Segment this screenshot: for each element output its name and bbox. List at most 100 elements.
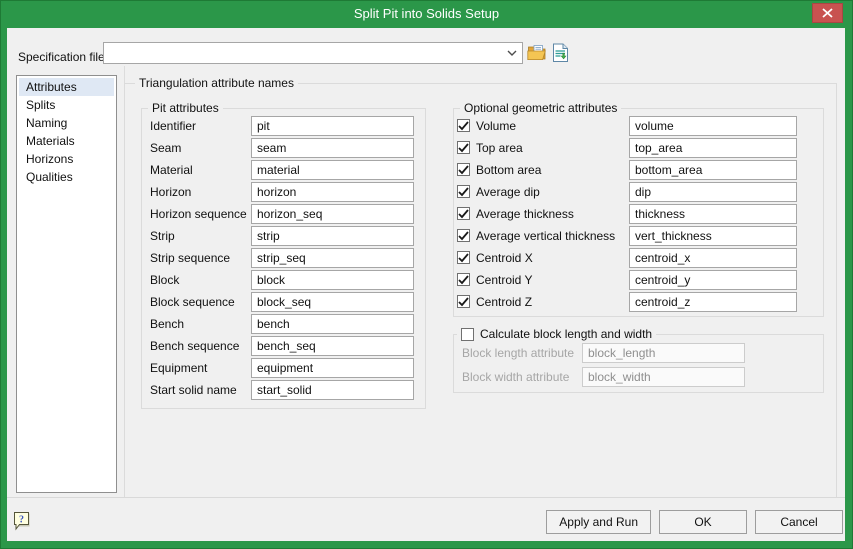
field-label: Strip: [150, 226, 175, 246]
pit-attributes-group: Pit attributes Identifier pit Seam seam …: [141, 108, 426, 409]
sidebar-page-item[interactable]: Horizons: [19, 150, 114, 168]
field-input[interactable]: block_seq: [251, 292, 414, 312]
sidebar-page-item[interactable]: Attributes: [19, 78, 114, 96]
checkmark-icon: [458, 275, 469, 285]
field-input-disabled: block_length: [582, 343, 745, 363]
chevron-down-icon[interactable]: [507, 50, 517, 56]
sidebar-page-label: Materials: [26, 134, 75, 148]
dialog-button[interactable]: Cancel: [755, 510, 843, 534]
open-folder-icon[interactable]: [527, 43, 547, 63]
field-input[interactable]: pit: [251, 116, 414, 136]
field-label: Horizon: [150, 182, 191, 202]
pit-attributes-title: Pit attributes: [148, 101, 223, 116]
pit-attribute-row: Identifier pit: [142, 116, 425, 138]
field-input[interactable]: bench: [251, 314, 414, 334]
field-input[interactable]: dip: [629, 182, 797, 202]
geometric-attribute-row: Average dip dip: [454, 182, 823, 204]
dialog-window: Split Pit into Solids Setup Specificatio…: [0, 0, 853, 549]
calc-block-group: Calculate block length and width Block l…: [453, 334, 824, 393]
attribute-checkbox[interactable]: [457, 185, 470, 198]
field-label: Top area: [476, 138, 523, 158]
field-input[interactable]: centroid_y: [629, 270, 797, 290]
calc-block-checkbox[interactable]: [461, 328, 474, 341]
attribute-checkbox[interactable]: [457, 207, 470, 220]
checkmark-icon: [458, 209, 469, 219]
triangulation-group: Triangulation attribute names Pit attrib…: [124, 83, 837, 497]
field-input[interactable]: centroid_z: [629, 292, 797, 312]
dialog-button[interactable]: OK: [659, 510, 747, 534]
field-input[interactable]: horizon: [251, 182, 414, 202]
dialog-button[interactable]: Apply and Run: [546, 510, 651, 534]
field-label: Average thickness: [476, 204, 574, 224]
field-input[interactable]: horizon_seq: [251, 204, 414, 224]
dialog-button-label: Cancel: [780, 515, 817, 529]
field-input[interactable]: bench_seq: [251, 336, 414, 356]
attribute-checkbox[interactable]: [457, 251, 470, 264]
pit-attribute-row: Bench bench: [142, 314, 425, 336]
field-label: Seam: [150, 138, 181, 158]
field-input[interactable]: block: [251, 270, 414, 290]
window-title: Split Pit into Solids Setup: [354, 6, 499, 21]
geometric-attribute-row: Centroid Z centroid_z: [454, 292, 823, 314]
help-bubble-icon[interactable]: ?: [13, 511, 33, 534]
sidebar-page-label: Qualities: [26, 170, 73, 184]
field-input[interactable]: centroid_x: [629, 248, 797, 268]
attribute-checkbox[interactable]: [457, 229, 470, 242]
field-label: Equipment: [150, 358, 207, 378]
page-listbox: Attributes Splits Naming Materials Horiz…: [16, 75, 117, 493]
field-input[interactable]: material: [251, 160, 414, 180]
field-input[interactable]: strip_seq: [251, 248, 414, 268]
dialog-body: Specification file Attribu: [7, 28, 845, 541]
calc-block-title: Calculate block length and width: [480, 327, 652, 342]
field-input[interactable]: vert_thickness: [629, 226, 797, 246]
sidebar-page-item[interactable]: Splits: [19, 96, 114, 114]
geometric-attribute-row: Centroid X centroid_x: [454, 248, 823, 270]
pit-attribute-row: Seam seam: [142, 138, 425, 160]
dialog-button-label: OK: [694, 515, 711, 529]
pit-attribute-row: Material material: [142, 160, 425, 182]
field-input[interactable]: top_area: [629, 138, 797, 158]
spec-document-icon[interactable]: [551, 43, 571, 63]
pit-attribute-row: Strip strip: [142, 226, 425, 248]
field-label: Horizon sequence: [150, 204, 247, 224]
geometric-attribute-row: Top area top_area: [454, 138, 823, 160]
checkmark-icon: [458, 231, 469, 241]
field-label: Volume: [476, 116, 516, 136]
checkmark-icon: [458, 165, 469, 175]
triangulation-group-title: Triangulation attribute names: [135, 76, 298, 91]
field-label: Bench sequence: [150, 336, 239, 356]
attribute-checkbox[interactable]: [457, 295, 470, 308]
field-input[interactable]: seam: [251, 138, 414, 158]
field-input[interactable]: thickness: [629, 204, 797, 224]
field-input[interactable]: start_solid: [251, 380, 414, 400]
field-label: Identifier: [150, 116, 196, 136]
field-label: Centroid X: [476, 248, 533, 268]
checkmark-icon: [458, 253, 469, 263]
calc-block-legend: Calculate block length and width: [457, 327, 656, 342]
specification-file-combobox[interactable]: [103, 42, 523, 64]
pit-attribute-row: Start solid name start_solid: [142, 380, 425, 402]
field-input[interactable]: strip: [251, 226, 414, 246]
attribute-checkbox[interactable]: [457, 163, 470, 176]
close-button[interactable]: [812, 3, 843, 23]
sidebar-page-item[interactable]: Materials: [19, 132, 114, 150]
field-input[interactable]: volume: [629, 116, 797, 136]
panel-divider-line: [124, 66, 125, 83]
field-label: Block length attribute: [462, 343, 574, 363]
checkmark-icon: [458, 121, 469, 131]
attribute-checkbox[interactable]: [457, 119, 470, 132]
field-label: Block sequence: [150, 292, 235, 312]
field-input[interactable]: bottom_area: [629, 160, 797, 180]
geometric-attribute-row: Centroid Y centroid_y: [454, 270, 823, 292]
field-input[interactable]: equipment: [251, 358, 414, 378]
attribute-checkbox[interactable]: [457, 141, 470, 154]
pit-attribute-row: Bench sequence bench_seq: [142, 336, 425, 358]
sidebar-page-item[interactable]: Qualities: [19, 168, 114, 186]
specification-file-label: Specification file: [18, 46, 105, 68]
footer-divider-line: [7, 497, 845, 498]
sidebar-page-item[interactable]: Naming: [19, 114, 114, 132]
attribute-checkbox[interactable]: [457, 273, 470, 286]
pit-attribute-row: Block block: [142, 270, 425, 292]
field-label: Average dip: [476, 182, 540, 202]
geometric-attribute-row: Volume volume: [454, 116, 823, 138]
